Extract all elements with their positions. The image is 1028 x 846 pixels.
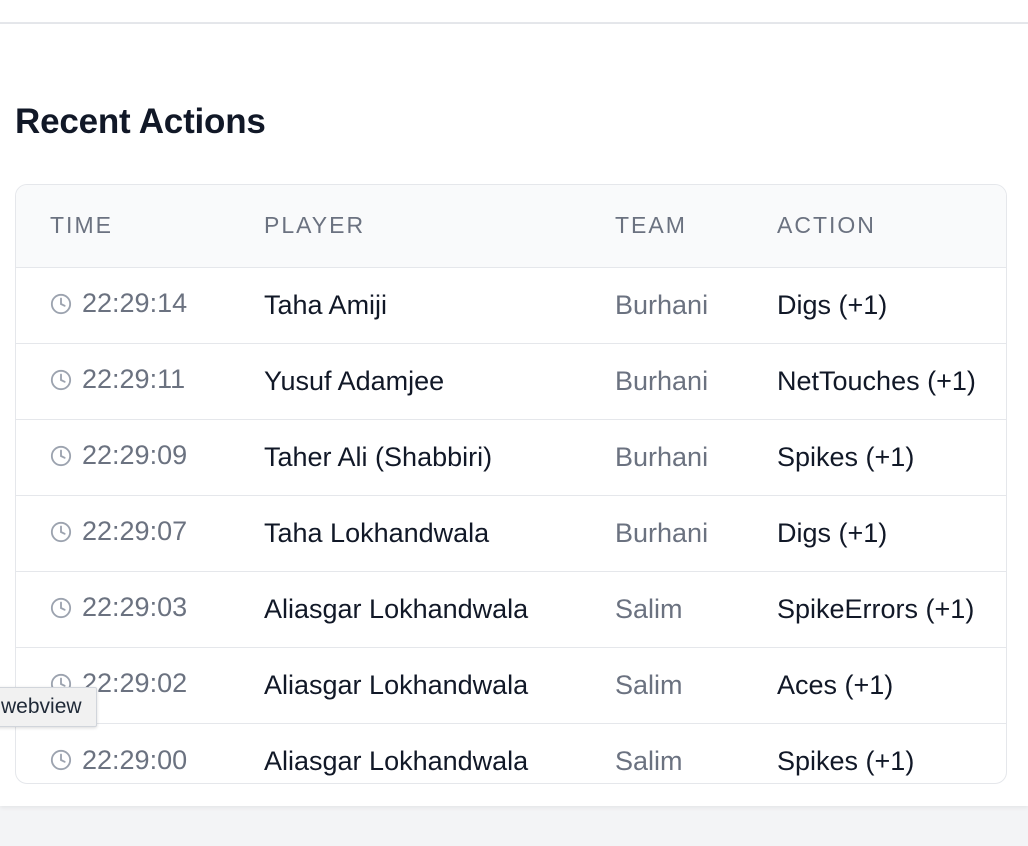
action-text: SpikeErrors (+1) (777, 593, 975, 624)
time-value: 22:29:09 (82, 440, 188, 471)
table-row: 22:29:02 Aliasgar Lokhandwala Salim Aces… (16, 647, 1006, 723)
table-header: TIME PLAYER TEAM ACTION (16, 185, 1006, 267)
action-text: NetTouches (+1) (777, 365, 976, 396)
clock-icon (50, 445, 72, 467)
recent-actions-card: Recent Actions TIME PLAYER TEAM ACTION 2… (0, 24, 1028, 806)
action-text: Digs (+1) (777, 517, 888, 548)
time-value: 22:29:07 (82, 516, 188, 547)
time-value: 22:29:02 (82, 668, 188, 699)
header-time: TIME (50, 212, 113, 239)
recent-actions-table[interactable]: TIME PLAYER TEAM ACTION 22:29:14 Taha Am… (15, 184, 1007, 784)
time-value: 22:29:11 (82, 364, 186, 395)
table-row: 22:29:07 Taha Lokhandwala Burhani Digs (… (16, 495, 1006, 571)
team-name: Salim (615, 593, 683, 624)
team-name: Salim (615, 669, 683, 700)
time-cell: 22:29:00 (16, 723, 264, 783)
player-name: Taha Lokhandwala (264, 517, 490, 548)
section-title: Recent Actions (15, 102, 266, 141)
player-name: Aliasgar Lokhandwala (264, 669, 529, 700)
actions-table: TIME PLAYER TEAM ACTION 22:29:14 Taha Am… (16, 185, 1006, 783)
page: Recent Actions TIME PLAYER TEAM ACTION 2… (0, 0, 1028, 846)
action-text: Digs (+1) (777, 289, 888, 320)
time-cell: 22:29:14 (16, 267, 264, 343)
team-name: Salim (615, 745, 683, 776)
header-action: ACTION (777, 212, 876, 239)
action-text: Spikes (+1) (777, 745, 915, 776)
table-row: 22:29:03 Aliasgar Lokhandwala Salim Spik… (16, 571, 1006, 647)
table-row: 22:29:00 Aliasgar Lokhandwala Salim Spik… (16, 723, 1006, 783)
player-name: Aliasgar Lokhandwala (264, 745, 529, 776)
webview-tooltip: webview (0, 687, 97, 727)
team-name: Burhani (615, 517, 709, 548)
top-panel-edge (0, 0, 1028, 24)
time-cell: 22:29:09 (16, 419, 264, 495)
header-player: PLAYER (264, 212, 366, 239)
table-row: 22:29:11 Yusuf Adamjee Burhani NetTouche… (16, 343, 1006, 419)
player-name: Aliasgar Lokhandwala (264, 593, 529, 624)
time-value: 22:29:00 (82, 744, 188, 775)
clock-icon (50, 369, 72, 391)
clock-icon (50, 749, 72, 771)
team-name: Burhani (615, 289, 709, 320)
table-row: 22:29:09 Taher Ali (Shabbiri) Burhani Sp… (16, 419, 1006, 495)
player-name: Taha Amiji (264, 289, 388, 320)
table-body: 22:29:14 Taha Amiji Burhani Digs (+1) 22… (16, 267, 1006, 783)
time-cell: 22:29:07 (16, 495, 264, 571)
header-row: TIME PLAYER TEAM ACTION (16, 185, 1006, 267)
clock-icon (50, 293, 72, 315)
team-name: Burhani (615, 365, 709, 396)
time-value: 22:29:03 (82, 592, 188, 623)
player-name: Yusuf Adamjee (264, 365, 445, 396)
time-value: 22:29:14 (82, 288, 188, 319)
action-text: Aces (+1) (777, 669, 894, 700)
table-row: 22:29:14 Taha Amiji Burhani Digs (+1) (16, 267, 1006, 343)
header-team: TEAM (615, 212, 687, 239)
player-name: Taher Ali (Shabbiri) (264, 441, 493, 472)
time-cell: 22:29:11 (16, 343, 264, 419)
time-cell: 22:29:03 (16, 571, 264, 647)
clock-icon (50, 597, 72, 619)
action-text: Spikes (+1) (777, 441, 915, 472)
clock-icon (50, 521, 72, 543)
team-name: Burhani (615, 441, 709, 472)
